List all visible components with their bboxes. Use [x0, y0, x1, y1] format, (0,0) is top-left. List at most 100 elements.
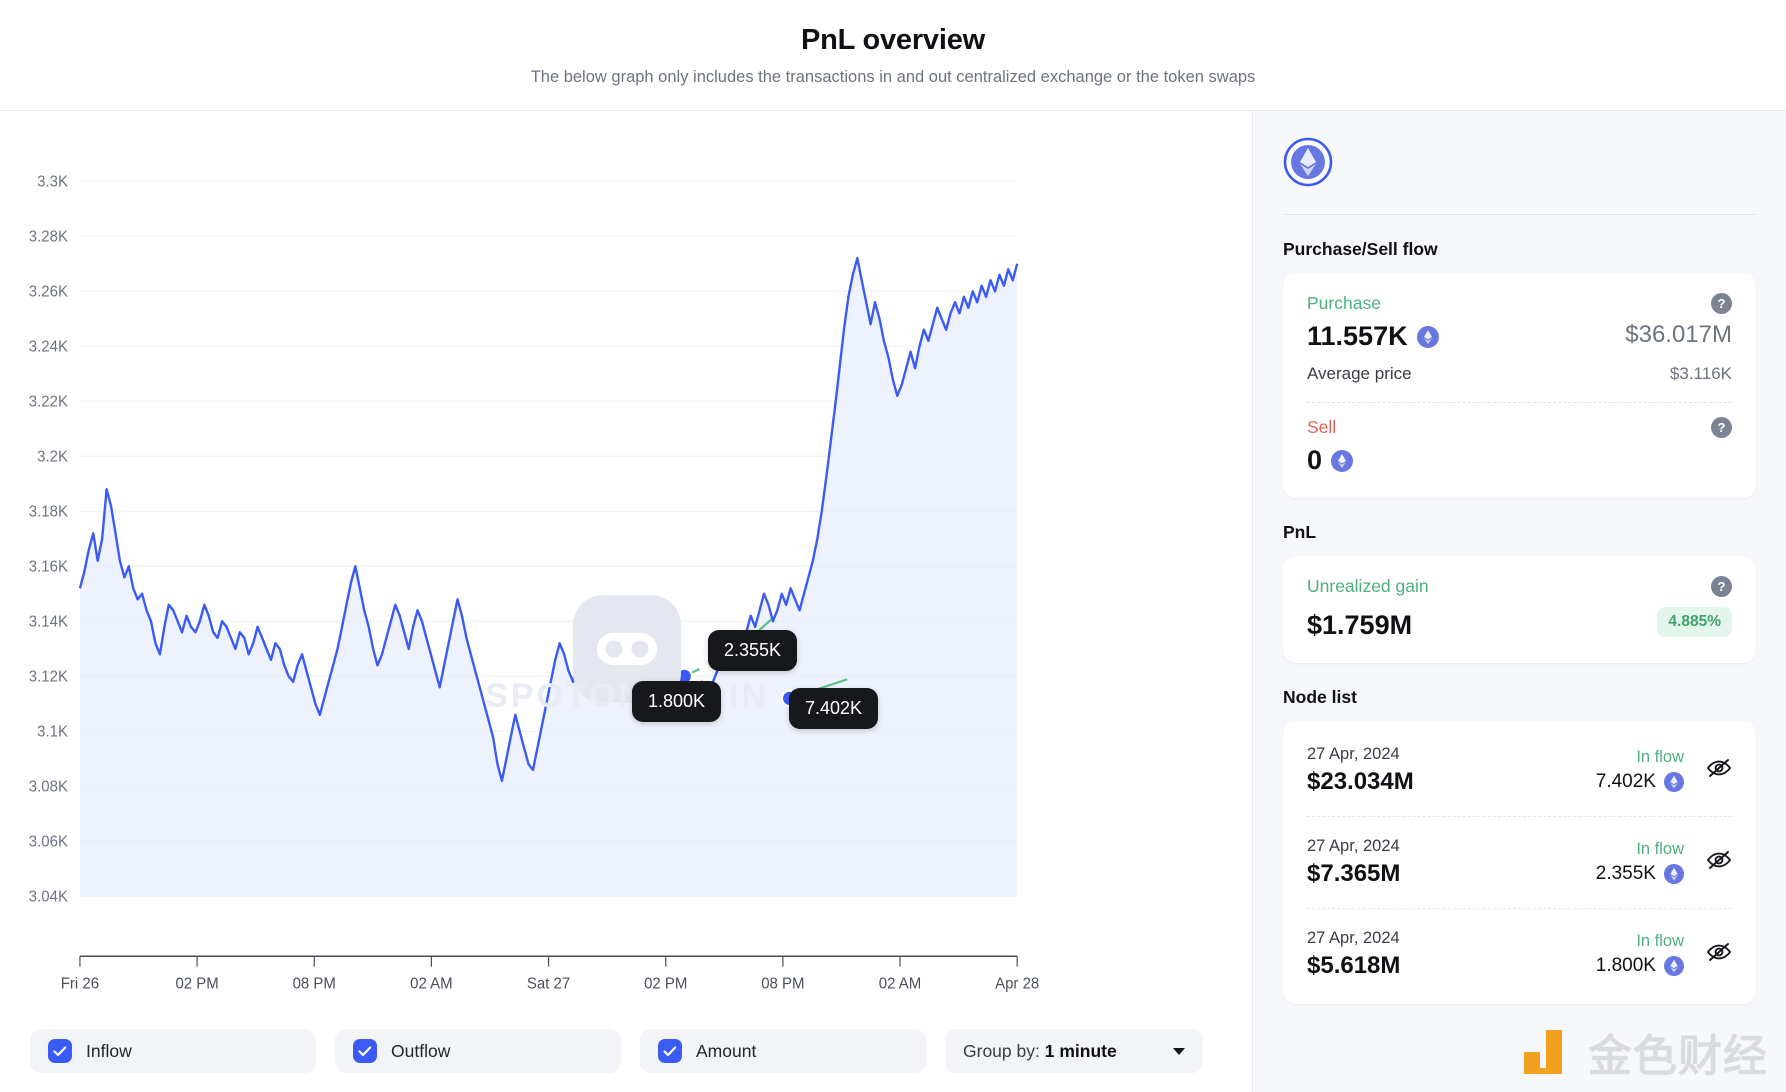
unrealized-gain-value: $1.759M: [1307, 610, 1413, 640]
chevron-down-icon[interactable]: [1173, 1047, 1185, 1055]
svg-text:3.24K: 3.24K: [29, 338, 68, 355]
brand-text: 金色财经: [1588, 1032, 1768, 1081]
eye-off-icon[interactable]: [1706, 941, 1732, 968]
sell-amount: 0: [1307, 445, 1732, 476]
table-row[interactable]: 27 Apr, 2024 $23.034M In flow 7.402K: [1307, 725, 1732, 816]
purchase-usd: $36.017M: [1625, 321, 1732, 348]
page-subtitle: The below graph only includes the transa…: [530, 67, 1256, 86]
table-row[interactable]: 27 Apr, 2024 $5.618M In flow 1.800K: [1307, 908, 1732, 1000]
pnl-help-icon[interactable]: ?: [1711, 576, 1732, 597]
svg-text:08 PM: 08 PM: [761, 975, 804, 992]
node-usd: $5.618M: [1307, 952, 1401, 979]
node-token-text: 7.402K: [1595, 771, 1656, 792]
pnl-overview-page: PnL overview The below graph only includ…: [0, 0, 1786, 1092]
unrealized-gain-label-row: Unrealized gain ?: [1307, 576, 1732, 597]
pnl-card: Unrealized gain ? $1.759M 4.885%: [1283, 556, 1756, 663]
toggle-outflow-label: Outflow: [391, 1040, 451, 1061]
node-list-section-title: Node list: [1283, 687, 1357, 707]
svg-text:Apr 28: Apr 28: [995, 975, 1039, 992]
node-token-text: 1.800K: [1595, 955, 1656, 976]
annotation-tooltip-2[interactable]: 2.355K: [708, 630, 798, 671]
node-token-text: 2.355K: [1595, 863, 1656, 884]
summary-sidebar: Purchase/Sell flow Purchase ? 11.557K $3…: [1253, 111, 1786, 1092]
svg-text:3.06K: 3.06K: [29, 833, 68, 850]
eye-off-icon[interactable]: [1706, 849, 1732, 876]
svg-text:02 AM: 02 AM: [879, 975, 921, 992]
toggle-inflow[interactable]: Inflow: [30, 1029, 316, 1073]
annotation-tooltip-3[interactable]: 7.402K: [789, 688, 879, 729]
svg-text:3.28K: 3.28K: [29, 228, 68, 245]
checkbox-checked-icon[interactable]: [353, 1039, 377, 1063]
node-token-amount: 1.800K: [1596, 955, 1684, 977]
svg-text:Sat 27: Sat 27: [527, 975, 570, 992]
toggle-amount[interactable]: Amount: [640, 1029, 926, 1073]
checkbox-checked-icon[interactable]: [658, 1039, 682, 1063]
annotation-tooltip-1[interactable]: 1.800K: [632, 681, 722, 722]
node-token-amount: 2.355K: [1596, 863, 1684, 885]
svg-text:3.1K: 3.1K: [37, 723, 68, 740]
sell-label-row: Sell ?: [1307, 417, 1732, 438]
toggle-inflow-label: Inflow: [86, 1040, 132, 1061]
page-header: PnL overview The below graph only includ…: [0, 0, 1786, 111]
purchase-value-row: 11.557K $36.017M: [1307, 314, 1732, 352]
chart-pane: 3.04K 3.06K 3.08K 3.1K 3.12K 3.14K 3.16K 3.18K 3…: [0, 111, 1253, 1092]
group-by-dropdown[interactable]: Group by: 1 minute: [945, 1029, 1203, 1073]
eye-off-icon[interactable]: [1706, 757, 1732, 784]
sell-help-icon[interactable]: ?: [1711, 417, 1732, 438]
sell-label: Sell: [1307, 417, 1337, 437]
svg-text:3.12K: 3.12K: [29, 668, 68, 685]
svg-text:3.14K: 3.14K: [29, 613, 68, 630]
pnl-section-title: PnL: [1283, 522, 1317, 542]
ethereum-icon: [1664, 956, 1684, 976]
unrealized-gain-value-row: $1.759M 4.885%: [1307, 603, 1732, 641]
node-info: 27 Apr, 2024 $23.034M: [1307, 745, 1414, 796]
svg-text:08 PM: 08 PM: [293, 975, 336, 992]
average-price-row: Average price $3.116K: [1307, 364, 1732, 384]
node-flow-label: In flow: [1636, 840, 1684, 858]
average-price-label: Average price: [1307, 364, 1412, 383]
ethereum-icon: [1416, 325, 1439, 348]
svg-text:3.22K: 3.22K: [29, 393, 68, 410]
chart-container[interactable]: 3.04K 3.06K 3.08K 3.1K 3.12K 3.14K 3.16K 3.18K 3…: [0, 111, 1252, 1010]
checkbox-checked-icon[interactable]: [48, 1039, 72, 1063]
pnl-percent-badge: 4.885%: [1657, 607, 1732, 637]
jinse-logo-icon: [1524, 1030, 1562, 1074]
node-token-amount: 7.402K: [1596, 771, 1684, 793]
node-flow-label: In flow: [1636, 932, 1684, 950]
brand-logo: 金色财经: [1518, 1020, 1768, 1084]
svg-text:02 PM: 02 PM: [175, 975, 218, 992]
svg-text:3.16K: 3.16K: [29, 558, 68, 575]
svg-text:Fri 26: Fri 26: [61, 975, 99, 992]
purchase-amount-text: 11.557K: [1307, 321, 1408, 351]
page-body: 3.04K 3.06K 3.08K 3.1K 3.12K 3.14K 3.16K 3.18K 3…: [0, 111, 1786, 1092]
toggle-outflow[interactable]: Outflow: [335, 1029, 621, 1073]
average-price-value: $3.116K: [1669, 364, 1732, 383]
ethereum-icon: [1283, 137, 1333, 187]
toggle-amount-label: Amount: [696, 1040, 757, 1061]
node-flow-info: In flow 7.402K: [1596, 748, 1684, 793]
node-date: 27 Apr, 2024: [1307, 745, 1400, 763]
purchase-help-icon[interactable]: ?: [1711, 293, 1732, 314]
svg-text:02 PM: 02 PM: [644, 975, 687, 992]
node-flow-info: In flow 2.355K: [1596, 840, 1684, 885]
node-list-card: 27 Apr, 2024 $23.034M In flow 7.402K 27 …: [1283, 721, 1756, 1004]
price-line-chart[interactable]: 3.04K 3.06K 3.08K 3.1K 3.12K 3.14K 3.16K 3.18K 3…: [0, 111, 1252, 1010]
svg-text:3.3K: 3.3K: [37, 173, 68, 190]
node-usd: $23.034M: [1307, 768, 1414, 795]
svg-text:3.18K: 3.18K: [29, 503, 68, 520]
svg-text:3.04K: 3.04K: [29, 888, 68, 905]
ethereum-icon: [1664, 864, 1684, 884]
group-by-prefix: Group by:: [963, 1040, 1040, 1061]
purchase-sell-card: Purchase ? 11.557K $36.017M Average pric…: [1283, 273, 1756, 498]
card-dashed-divider: [1307, 402, 1732, 403]
purchase-label: Purchase: [1307, 293, 1381, 313]
sidebar-divider: [1283, 214, 1756, 215]
node-flow-label: In flow: [1636, 748, 1684, 766]
node-flow-info: In flow 1.800K: [1596, 932, 1684, 977]
svg-text:02 AM: 02 AM: [410, 975, 452, 992]
table-row[interactable]: 27 Apr, 2024 $7.365M In flow 2.355K: [1307, 816, 1732, 908]
ethereum-icon: [1331, 449, 1354, 472]
node-usd: $7.365M: [1307, 860, 1401, 887]
purchase-sell-section-title: Purchase/Sell flow: [1283, 239, 1438, 259]
group-by-value: 1 minute: [1044, 1040, 1117, 1061]
